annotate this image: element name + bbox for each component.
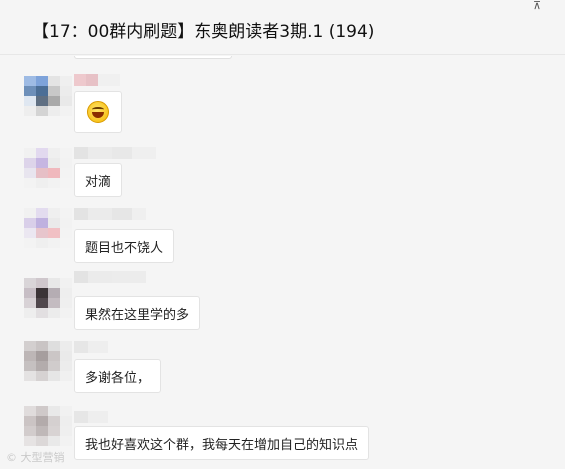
message-text: 果然在这里学的多: [85, 307, 190, 323]
message-bubble[interactable]: 多谢各位，: [74, 359, 162, 393]
pin-icon[interactable]: ⊼: [531, 0, 543, 12]
avatar[interactable]: [24, 208, 72, 248]
sender-name: [74, 341, 108, 353]
avatar[interactable]: [24, 76, 72, 116]
avatar[interactable]: [24, 406, 72, 446]
message-bubble[interactable]: 对滴: [74, 163, 123, 197]
avatar[interactable]: [24, 278, 72, 318]
sender-name: [74, 271, 146, 283]
message-list[interactable]: 对滴 题目也不饶人 果然在这里学的多 多谢各位， 我也好喜欢这个群，我每天在增加…: [0, 56, 565, 469]
message-text: 多谢各位，: [85, 370, 151, 386]
avatar[interactable]: [24, 341, 72, 381]
sender-name: [74, 147, 156, 159]
sender-name: [74, 74, 120, 86]
message-text: 对滴: [85, 174, 112, 190]
message-bubble[interactable]: 题目也不饶人: [74, 229, 175, 263]
previous-message-bubble: [74, 56, 232, 59]
chat-title: 【17：00群内刷题】东奥朗读者3期.1 (194): [32, 22, 375, 42]
message-text: 题目也不饶人: [85, 240, 164, 256]
watermark: © 大型营销: [6, 451, 65, 464]
message-bubble[interactable]: [74, 91, 122, 133]
sender-name: [74, 208, 146, 220]
message-bubble[interactable]: 果然在这里学的多: [74, 296, 201, 330]
grinning-emoji-icon: [87, 101, 109, 123]
sender-name: [74, 411, 108, 423]
avatar[interactable]: [24, 148, 72, 188]
message-bubble[interactable]: 我也好喜欢这个群，我每天在增加自己的知识点: [74, 426, 370, 460]
message-text: 我也好喜欢这个群，我每天在增加自己的知识点: [85, 437, 359, 453]
chat-title-bar: 【17：00群内刷题】东奥朗读者3期.1 (194) ⊼: [0, 0, 565, 55]
